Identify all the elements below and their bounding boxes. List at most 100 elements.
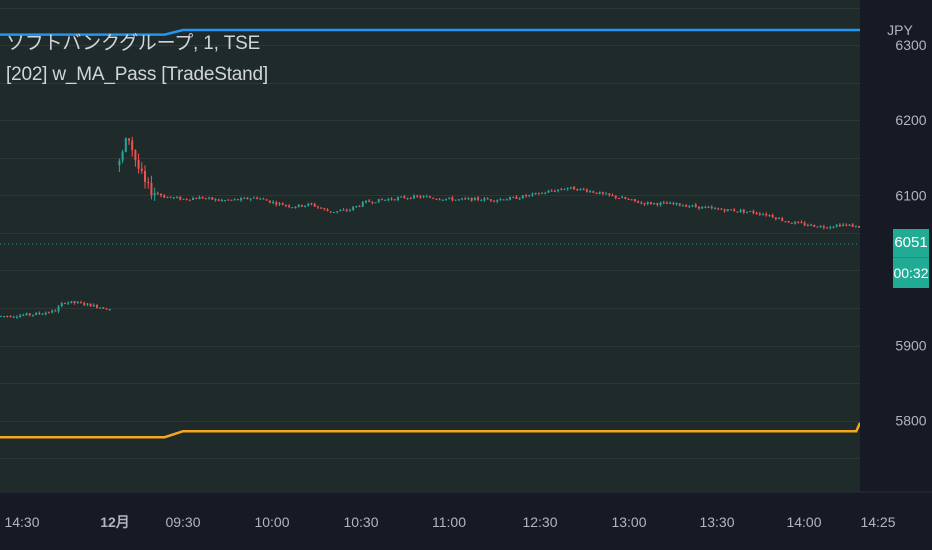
- candle-body: [842, 224, 845, 227]
- candle-body: [483, 198, 486, 201]
- candle-body: [19, 315, 22, 318]
- candle-body: [537, 193, 540, 195]
- candle-body: [675, 202, 678, 205]
- indicator-title[interactable]: [202] w_MA_Pass [TradeStand]: [6, 64, 268, 86]
- candle-body: [723, 209, 726, 212]
- candle-body: [649, 202, 652, 205]
- candle-body: [822, 226, 825, 228]
- candle-body: [589, 191, 592, 193]
- candle-body: [630, 199, 633, 201]
- candle-body: [608, 193, 611, 196]
- candle-body: [307, 203, 310, 206]
- candle-body: [304, 205, 307, 207]
- candle-body: [332, 211, 335, 213]
- candle-body: [659, 202, 662, 205]
- candle-body: [44, 312, 47, 315]
- candle-body: [746, 211, 749, 213]
- candle-body: [358, 206, 361, 208]
- candle-body: [717, 208, 720, 210]
- candle-body: [605, 193, 608, 195]
- candle-body: [95, 304, 98, 308]
- candle-body: [102, 307, 105, 309]
- currency-label: JPY: [887, 22, 913, 38]
- chart-title[interactable]: ソフトバンクグループ, 1, TSE: [6, 28, 260, 55]
- candle-body: [380, 199, 383, 201]
- candle-body: [454, 199, 457, 201]
- candle-body: [172, 197, 175, 199]
- candle-body: [845, 224, 848, 226]
- candle-body: [669, 202, 672, 204]
- candle-body: [704, 206, 707, 208]
- candle-body: [12, 316, 15, 318]
- candle-body: [838, 224, 841, 227]
- time-tick-label: 14:00: [786, 514, 821, 530]
- candle-body: [832, 226, 835, 228]
- candle-body: [515, 196, 518, 199]
- candle-body: [464, 198, 467, 200]
- candle-body: [441, 199, 444, 201]
- candle-body: [259, 198, 262, 200]
- candle-body: [284, 204, 287, 206]
- candle-body: [25, 313, 28, 316]
- candle-body: [617, 198, 620, 200]
- candle-body: [701, 206, 704, 209]
- candle-body: [438, 199, 441, 201]
- time-tick-label: 14:30: [4, 514, 39, 530]
- candle-body: [217, 199, 220, 201]
- candle-body: [643, 202, 646, 205]
- candle-body: [249, 198, 252, 200]
- candle-body: [300, 204, 303, 207]
- candle-body: [166, 197, 169, 199]
- candle-body: [726, 209, 729, 211]
- candle-body: [406, 198, 409, 200]
- candle-body: [688, 206, 691, 208]
- candle-body: [252, 197, 255, 199]
- candle-body: [220, 200, 223, 202]
- candle-body: [182, 198, 185, 200]
- candle-body: [99, 307, 102, 309]
- candle-body: [156, 193, 159, 195]
- candle-body: [67, 302, 70, 304]
- candle-body: [758, 213, 761, 215]
- candle-body: [57, 306, 60, 312]
- candle-body: [473, 197, 476, 201]
- time-tick-label: 14:25: [860, 514, 895, 530]
- candle-body: [425, 196, 428, 198]
- candle-body: [653, 203, 656, 205]
- candle-body: [720, 208, 723, 210]
- candle-body: [662, 202, 665, 204]
- candle-body: [345, 209, 348, 211]
- candle-body: [419, 196, 422, 198]
- candle-body: [227, 199, 230, 201]
- candle-body: [140, 168, 143, 171]
- candle-body: [541, 192, 544, 194]
- candle-body: [400, 196, 403, 198]
- candle-body: [198, 197, 201, 200]
- candle-body: [108, 308, 111, 310]
- candle-body: [573, 186, 576, 190]
- candle-body: [409, 197, 412, 199]
- candle-body: [749, 211, 752, 213]
- price-tick-label: 6300: [895, 37, 926, 53]
- candle-body: [499, 199, 502, 201]
- candle-body: [576, 189, 579, 191]
- candle-body: [137, 160, 140, 169]
- candle-body: [176, 197, 179, 199]
- candle-body: [316, 206, 319, 208]
- candle-body: [518, 198, 521, 200]
- candle-body: [771, 215, 774, 218]
- candle-body: [794, 221, 797, 224]
- candle-body: [348, 209, 351, 211]
- time-tick-label: 09:30: [165, 514, 200, 530]
- candle-body: [480, 200, 483, 202]
- candle-body: [813, 224, 816, 227]
- candle-body: [31, 314, 34, 316]
- candle-body: [89, 303, 92, 307]
- candle-body: [313, 204, 316, 207]
- candle-body: [144, 170, 147, 182]
- candle-body: [364, 200, 367, 203]
- candle-body: [28, 313, 31, 316]
- candle-body: [685, 205, 688, 207]
- candle-body: [505, 199, 508, 201]
- candle-body: [448, 197, 451, 199]
